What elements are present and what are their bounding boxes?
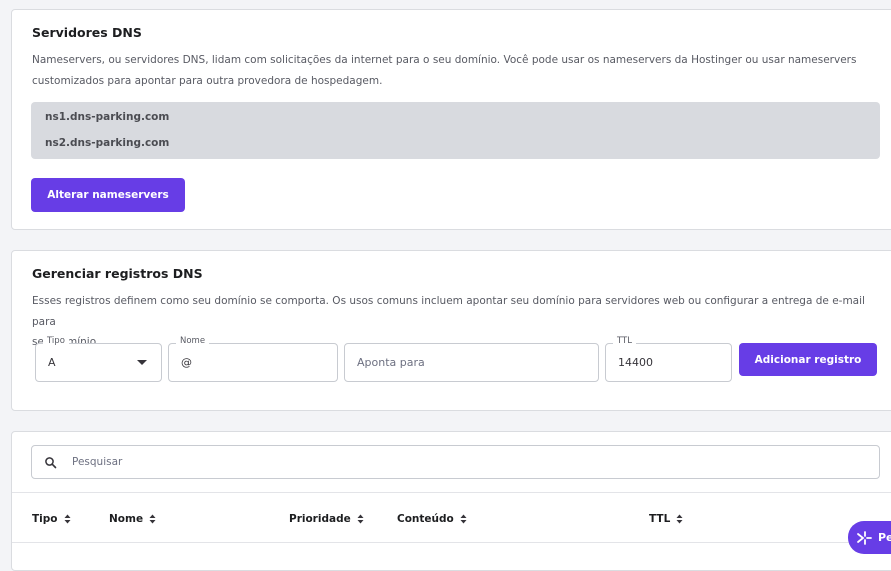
column-header-prioridade-label: Prioridade: [289, 513, 351, 525]
nameserver-2: ns2.dns-parking.com: [45, 137, 170, 149]
sort-icon: [149, 514, 156, 524]
dns-servers-description-line1: Nameservers, ou servidores DNS, lidam co…: [32, 54, 857, 66]
add-record-button[interactable]: Adicionar registro: [739, 343, 877, 376]
column-header-nome[interactable]: Nome: [109, 513, 156, 525]
column-header-ttl-label: TTL: [649, 513, 671, 525]
nameservers-box: ns1.dns-parking.com ns2.dns-parking.com: [31, 102, 880, 159]
sort-icon: [460, 514, 467, 524]
search-input[interactable]: Pesquisar: [31, 445, 880, 479]
chat-widget-button[interactable]: Pe: [848, 521, 891, 554]
name-field[interactable]: Nome @: [168, 336, 338, 382]
column-header-conteudo[interactable]: Conteúdo: [397, 513, 467, 525]
manage-records-title: Gerenciar registros DNS: [32, 266, 203, 281]
dns-servers-title: Servidores DNS: [32, 25, 142, 40]
column-header-ttl[interactable]: TTL: [649, 513, 683, 525]
ttl-field[interactable]: TTL 14400: [605, 336, 732, 382]
sort-icon: [64, 514, 70, 524]
dns-servers-description: Nameservers, ou servidores DNS, lidam co…: [32, 50, 882, 91]
type-select[interactable]: Tipo A: [35, 336, 162, 382]
column-header-tipo[interactable]: Tipo: [32, 513, 71, 525]
manage-records-description-line1: Esses registros definem como seu domínio…: [32, 295, 865, 328]
dns-servers-description-line2: customizados para apontar para outra pro…: [32, 74, 383, 87]
ttl-label: TTL: [613, 336, 636, 346]
points-to-field[interactable]: Aponta para: [344, 343, 599, 382]
column-header-conteudo-label: Conteúdo: [397, 513, 454, 525]
column-header-tipo-label: Tipo: [32, 513, 58, 525]
ttl-value: 14400: [618, 356, 653, 369]
manage-dns-records-card: Gerenciar registros DNS Esses registros …: [11, 250, 891, 411]
name-value: @: [181, 356, 192, 369]
sparkle-icon: [857, 530, 872, 545]
sort-icon: [676, 514, 683, 524]
column-header-prioridade[interactable]: Prioridade: [289, 513, 364, 525]
table-header-divider-bottom: [12, 542, 891, 543]
points-to-placeholder: Aponta para: [357, 356, 425, 369]
dns-records-table-card: Pesquisar Tipo Nome Prioridade Conteúdo …: [11, 431, 891, 571]
type-value: A: [48, 356, 56, 369]
chat-widget-label: Pe: [878, 531, 891, 544]
name-label: Nome: [176, 336, 210, 346]
search-placeholder: Pesquisar: [72, 456, 123, 468]
type-label: Tipo: [43, 336, 69, 346]
table-header-divider-top: [12, 492, 891, 493]
dns-servers-card: Servidores DNS Nameservers, ou servidore…: [11, 9, 891, 230]
nameserver-1: ns1.dns-parking.com: [45, 111, 170, 123]
change-nameservers-button[interactable]: Alterar nameservers: [31, 178, 185, 212]
sort-icon: [357, 514, 364, 524]
column-header-nome-label: Nome: [109, 513, 144, 525]
chevron-down-icon: [137, 360, 147, 365]
search-icon: [45, 457, 57, 469]
